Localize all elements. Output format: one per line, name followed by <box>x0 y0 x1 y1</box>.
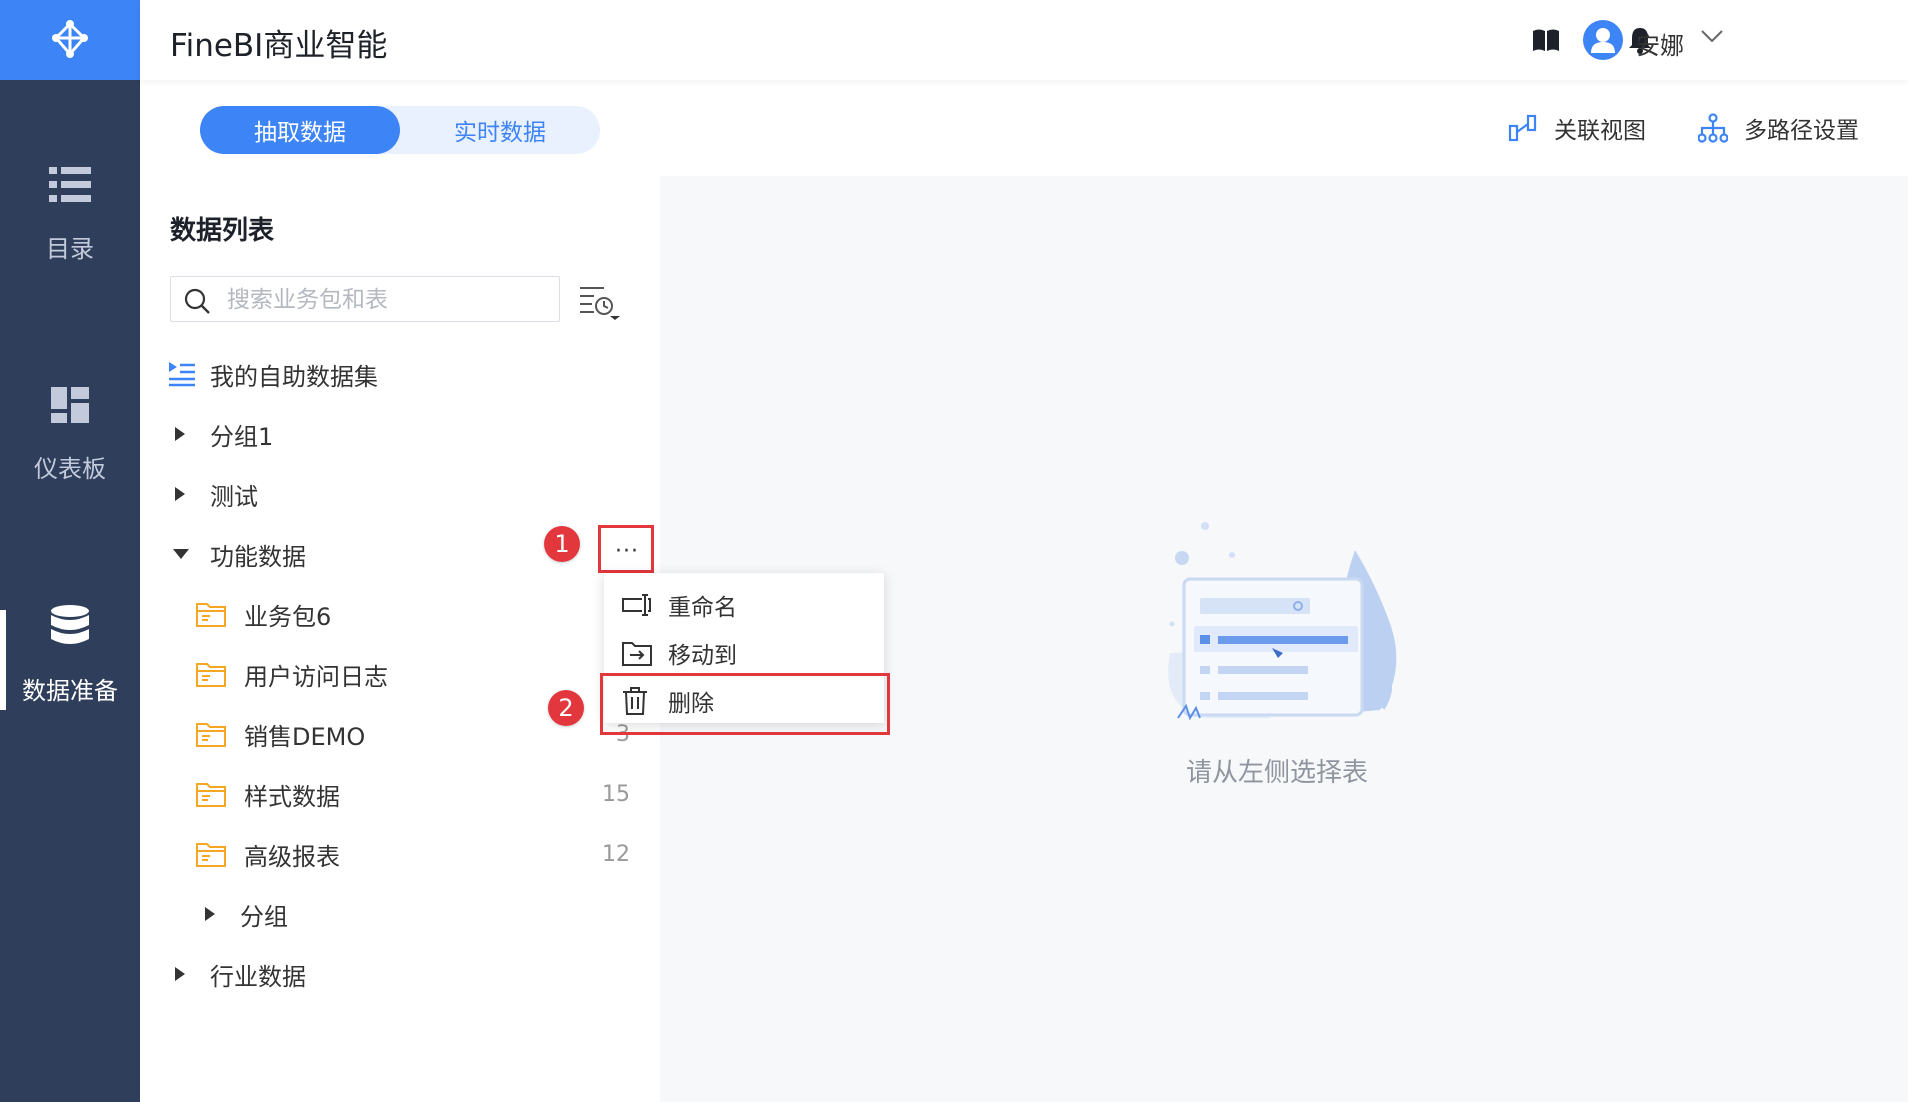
menu-label-rename: 重命名 <box>668 595 737 621</box>
menu-label-move-to: 移动到 <box>668 643 737 669</box>
tree-label: 销售DEMO <box>244 722 366 751</box>
left-nav: 目录 仪表板 数据准备 <box>0 0 140 1102</box>
user-icon <box>1591 28 1615 53</box>
tree-item-sales-demo[interactable]: 销售DEMO <box>196 712 365 756</box>
move-to-icon <box>622 640 668 666</box>
user-name[interactable]: 安娜 <box>1636 26 1684 61</box>
empty-state-text: 请从左侧选择表 <box>1186 758 1369 788</box>
tree-label: 业务包6 <box>244 602 332 631</box>
search-input[interactable] <box>225 283 549 317</box>
menu-item-delete[interactable]: 删除 <box>604 677 884 725</box>
trash-icon <box>622 687 668 715</box>
item-count: 12 <box>602 842 630 867</box>
folder-icon <box>196 661 244 687</box>
menu-item-rename[interactable]: 重命名 <box>604 581 884 629</box>
tree-label: 测试 <box>210 482 258 511</box>
tree-label: 分组1 <box>210 422 274 451</box>
caret-down-icon <box>172 548 210 560</box>
user-avatar[interactable] <box>1583 20 1623 60</box>
caret-right-icon <box>174 426 210 442</box>
tree-item-business-pack-6[interactable]: 业务包6 <box>196 592 331 636</box>
folder-icon <box>196 721 244 747</box>
multipath-label: 多路径设置 <box>1744 118 1859 144</box>
list-icon <box>49 166 91 202</box>
database-icon <box>51 604 89 644</box>
dashboard-icon <box>51 386 89 423</box>
item-count: 15 <box>602 782 630 807</box>
caret-right-icon <box>174 486 210 502</box>
search-icon <box>183 287 211 319</box>
step-badge-1: 1 <box>544 526 580 562</box>
filter-recent-button[interactable] <box>578 284 622 324</box>
relation-view-icon <box>1508 114 1538 142</box>
book-icon[interactable] <box>1530 24 1562 56</box>
tree-item-test[interactable]: 测试 <box>174 472 258 516</box>
app-title: FineBI商业智能 <box>170 28 388 64</box>
tree-label: 行业数据 <box>210 962 306 991</box>
folder-icon <box>196 841 244 867</box>
tree-item-advanced-report[interactable]: 高级报表 <box>196 832 340 876</box>
relation-view-button[interactable]: 关联视图 <box>1508 108 1646 148</box>
tree-label: 高级报表 <box>244 842 340 871</box>
nav-item-data-prep[interactable]: 数据准备 <box>0 580 140 730</box>
step-badge-2: 2 <box>548 690 584 726</box>
tree-item-style-data[interactable]: 样式数据 <box>196 772 340 816</box>
nav-item-dashboard[interactable]: 仪表板 <box>0 360 140 510</box>
tree-label: 用户访问日志 <box>244 662 388 691</box>
tree-item-industry-data[interactable]: 行业数据 <box>174 952 306 996</box>
tree-item-function-data[interactable]: 功能数据 <box>172 532 306 576</box>
menu-item-move-to[interactable]: 移动到 <box>604 629 884 677</box>
tree-item-self-dataset[interactable]: 我的自助数据集 <box>168 352 378 396</box>
nav-item-catalog[interactable]: 目录 <box>0 140 140 290</box>
tab-extract-data[interactable]: 抽取数据 <box>200 106 400 154</box>
tree-label: 我的自助数据集 <box>210 362 378 391</box>
nav-label-dashboard: 仪表板 <box>34 454 106 483</box>
rename-icon <box>622 593 668 617</box>
item-count: 3 <box>616 722 630 747</box>
chevron-down-icon[interactable] <box>1700 26 1724 50</box>
tab-realtime-data[interactable]: 实时数据 <box>400 106 600 154</box>
logo[interactable] <box>0 0 140 80</box>
logo-icon <box>52 20 88 58</box>
folder-icon <box>196 781 244 807</box>
tree-item-group1[interactable]: 分组1 <box>174 412 273 456</box>
tree-item-user-access-log[interactable]: 用户访问日志 <box>196 652 388 696</box>
data-list-title: 数据列表 <box>170 216 275 246</box>
nav-label-catalog: 目录 <box>46 234 94 263</box>
search-box <box>170 276 560 322</box>
self-dataset-icon <box>168 361 210 387</box>
hierarchy-icon <box>1698 113 1728 143</box>
context-menu: 重命名 移动到 删除 <box>604 573 884 723</box>
multipath-settings-button[interactable]: 多路径设置 <box>1698 108 1859 148</box>
empty-state-illustration <box>1168 522 1397 721</box>
tree-label: 功能数据 <box>210 542 306 571</box>
tree-item-group[interactable]: 分组 <box>204 892 288 936</box>
relation-view-label: 关联视图 <box>1554 118 1646 144</box>
nav-label-data-prep: 数据准备 <box>22 676 118 705</box>
tree-label: 样式数据 <box>244 782 340 811</box>
caret-right-icon <box>204 906 240 922</box>
folder-icon <box>196 601 244 627</box>
data-type-tabs: 抽取数据 实时数据 <box>200 106 600 154</box>
more-options-button[interactable]: ··· <box>604 532 650 570</box>
caret-right-icon <box>174 966 210 982</box>
filter-clock-icon <box>580 287 620 320</box>
tree-label: 分组 <box>240 902 288 931</box>
menu-label-delete: 删除 <box>668 691 714 717</box>
